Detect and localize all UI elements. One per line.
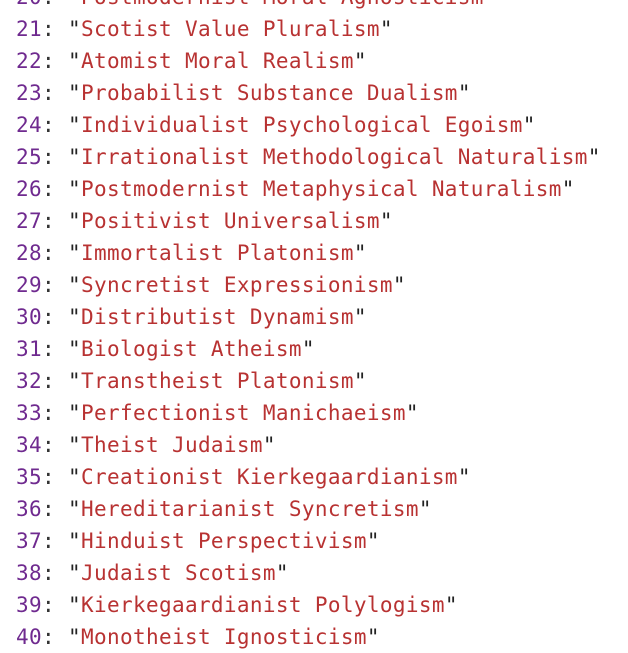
string-value: Biologist Atheism — [81, 337, 302, 361]
string-value: Perfectionist Manichaeism — [81, 401, 406, 425]
code-line: 35: "Creationist Kierkegaardianism" — [16, 465, 471, 489]
line-number: 36 — [16, 497, 42, 521]
string-value: Creationist Kierkegaardianism — [81, 465, 458, 489]
string-value: Hinduist Perspectivism — [81, 529, 367, 553]
line-number: 39 — [16, 593, 42, 617]
line-number: 33 — [16, 401, 42, 425]
code-line: 24: "Individualist Psychological Egoism" — [16, 113, 536, 137]
line-number: 34 — [16, 433, 42, 457]
string-value: Judaist Scotism — [81, 561, 276, 585]
string-value: Monotheist Ignosticism — [81, 625, 367, 649]
code-listing: 20: "Postmodernist Moral Agnosticism" 21… — [16, 0, 601, 653]
line-number: 27 — [16, 209, 42, 233]
line-number: 35 — [16, 465, 42, 489]
string-value: Transtheist Platonism — [81, 369, 354, 393]
line-number: 26 — [16, 177, 42, 201]
code-line: 37: "Hinduist Perspectivism" — [16, 529, 380, 553]
code-line: 32: "Transtheist Platonism" — [16, 369, 367, 393]
code-line: 31: "Biologist Atheism" — [16, 337, 315, 361]
line-number: 30 — [16, 305, 42, 329]
string-value: Distributist Dynamism — [81, 305, 354, 329]
code-line: 40: "Monotheist Ignosticism" — [16, 625, 380, 649]
line-number: 31 — [16, 337, 42, 361]
code-line: 30: "Distributist Dynamism" — [16, 305, 367, 329]
string-value: Postmodernist Moral Agnosticism — [81, 0, 484, 9]
code-line: 28: "Immortalist Platonism" — [16, 241, 367, 265]
code-line: 29: "Syncretist Expressionism" — [16, 273, 406, 297]
string-value: Scotist Value Pluralism — [81, 17, 380, 41]
code-line: 22: "Atomist Moral Realism" — [16, 49, 367, 73]
string-value: Irrationalist Methodological Naturalism — [81, 145, 588, 169]
line-number: 20 — [16, 0, 42, 9]
string-value: Kierkegaardianist Polylogism — [81, 593, 445, 617]
line-number: 24 — [16, 113, 42, 137]
code-line: 39: "Kierkegaardianist Polylogism" — [16, 593, 458, 617]
string-value: Postmodernist Metaphysical Naturalism — [81, 177, 562, 201]
line-number: 25 — [16, 145, 42, 169]
line-number: 37 — [16, 529, 42, 553]
line-number: 29 — [16, 273, 42, 297]
string-value: Hereditarianist Syncretism — [81, 497, 419, 521]
line-number: 21 — [16, 17, 42, 41]
code-line: 36: "Hereditarianist Syncretism" — [16, 497, 432, 521]
code-line: 20: "Postmodernist Moral Agnosticism" — [16, 0, 601, 13]
string-value: Syncretist Expressionism — [81, 273, 393, 297]
code-line: 34: "Theist Judaism" — [16, 433, 276, 457]
string-value: Probabilist Substance Dualism — [81, 81, 458, 105]
code-line: 26: "Postmodernist Metaphysical Naturali… — [16, 177, 575, 201]
line-number: 40 — [16, 625, 42, 649]
string-value: Atomist Moral Realism — [81, 49, 354, 73]
line-number: 23 — [16, 81, 42, 105]
code-line: 23: "Probabilist Substance Dualism" — [16, 81, 471, 105]
code-line: 33: "Perfectionist Manichaeism" — [16, 401, 419, 425]
line-number: 22 — [16, 49, 42, 73]
code-line: 21: "Scotist Value Pluralism" — [16, 17, 393, 41]
line-number: 38 — [16, 561, 42, 585]
line-number: 32 — [16, 369, 42, 393]
string-value: Positivist Universalism — [81, 209, 380, 233]
code-line: 27: "Positivist Universalism" — [16, 209, 393, 233]
string-value: Immortalist Platonism — [81, 241, 354, 265]
code-line: 38: "Judaist Scotism" — [16, 561, 289, 585]
string-value: Theist Judaism — [81, 433, 263, 457]
line-number: 28 — [16, 241, 42, 265]
code-line: 25: "Irrationalist Methodological Natura… — [16, 145, 601, 169]
string-value: Individualist Psychological Egoism — [81, 113, 523, 137]
